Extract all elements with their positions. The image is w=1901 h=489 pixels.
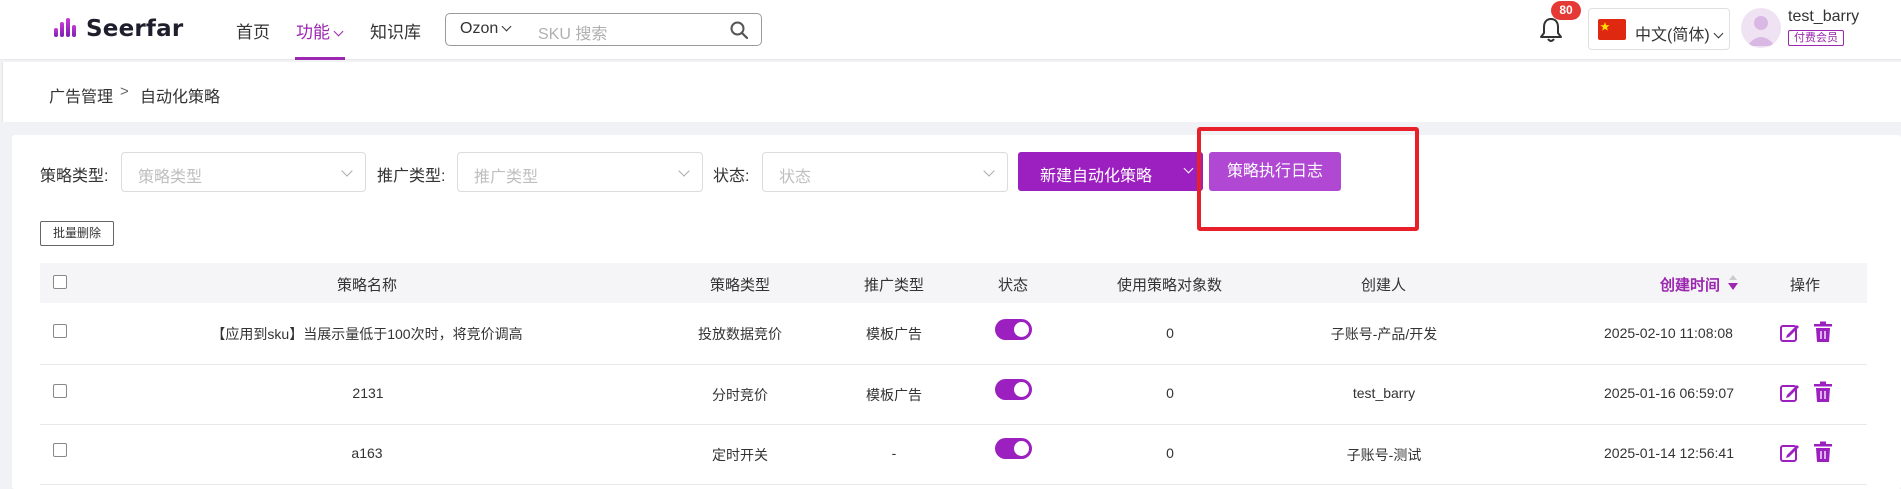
breadcrumb-separator: > [120, 83, 129, 100]
col-status: 状态 [998, 277, 1029, 294]
trash-icon[interactable] [1813, 441, 1833, 463]
select-all-checkbox[interactable] [53, 275, 67, 289]
chevron-down-icon [1183, 163, 1194, 174]
row-name: a163 [351, 445, 383, 461]
sku-search[interactable]: Ozon SKU 搜索 [445, 13, 762, 46]
nav-features-label: 功能 [296, 23, 330, 42]
col-creator: 创建人 [1361, 277, 1407, 294]
col-type: 策略类型 [710, 277, 771, 294]
top-header: Seerfar 首页 功能 知识库 Ozon SKU 搜索 80 中文(简体) … [0, 0, 1901, 60]
row-divider [40, 484, 1867, 485]
row-created: 2025-01-16 06:59:07 [1604, 385, 1734, 401]
annotation-highlight [1197, 127, 1419, 231]
nav-features[interactable]: 功能 [296, 18, 344, 43]
new-strategy-button[interactable]: 新建自动化策略 [1018, 152, 1203, 191]
row-count: 0 [1166, 325, 1174, 341]
chevron-down-icon [333, 26, 344, 37]
row-divider [40, 424, 1867, 425]
nav-knowledge[interactable]: 知识库 [370, 18, 421, 43]
row-checkbox[interactable] [53, 443, 67, 457]
row-created: 2025-01-14 12:56:41 [1604, 445, 1734, 461]
row-checkbox[interactable] [53, 324, 67, 338]
breadcrumb-ad-management[interactable]: 广告管理 [49, 83, 113, 107]
logo-text: Seerfar [86, 16, 184, 42]
chevron-down-icon [501, 21, 512, 32]
status-select[interactable]: 状态 [762, 152, 1008, 192]
batch-delete-button[interactable]: 批量删除 [40, 221, 114, 246]
strategy-type-select[interactable]: 策略类型 [121, 152, 366, 192]
status-toggle[interactable] [995, 438, 1032, 459]
row-promo: 模板广告 [866, 387, 922, 403]
promo-type-placeholder: 推广类型 [474, 169, 539, 186]
china-flag-icon [1598, 19, 1626, 40]
promo-type-label: 推广类型: [377, 168, 446, 185]
row-name: 2131 [352, 385, 384, 401]
member-badge: 付费会员 [1788, 30, 1844, 46]
row-promo: - [891, 445, 897, 461]
row-creator: test_barry [1352, 385, 1416, 401]
nav-home[interactable]: 首页 [236, 18, 270, 43]
language-label: 中文(简体) [1635, 21, 1724, 45]
row-count: 0 [1166, 445, 1174, 461]
sort-asc-icon[interactable] [1729, 275, 1737, 280]
chevron-down-icon [1713, 28, 1724, 39]
status-placeholder: 状态 [779, 169, 812, 186]
new-strategy-label: 新建自动化策略 [1040, 168, 1153, 185]
nav-active-indicator [295, 57, 345, 60]
row-type: 投放数据竞价 [698, 326, 782, 342]
logo-icon [52, 17, 80, 41]
breadcrumb-current: 自动化策略 [140, 89, 221, 106]
edit-icon[interactable] [1779, 441, 1801, 463]
promo-type-select[interactable]: 推广类型 [457, 152, 703, 192]
row-creator: 子账号-产品/开发 [1330, 326, 1438, 342]
row-promo: 模板广告 [866, 326, 922, 342]
platform-label: Ozon [460, 20, 499, 37]
search-input[interactable]: SKU 搜索 [538, 20, 607, 44]
chevron-down-icon [983, 165, 995, 177]
row-name: 【应用到sku】当展示量低于100次时，将竞价调高 [211, 326, 523, 342]
col-created-sort[interactable]: 创建时间 [1660, 274, 1720, 295]
platform-select[interactable]: Ozon [460, 20, 512, 38]
language-select[interactable]: 中文(简体) [1588, 8, 1730, 50]
notification-badge: 80 [1551, 1, 1581, 20]
logo[interactable]: Seerfar [52, 14, 183, 44]
status-toggle[interactable] [995, 319, 1032, 340]
edit-icon[interactable] [1779, 321, 1801, 343]
edit-icon[interactable] [1779, 381, 1801, 403]
trash-icon[interactable] [1813, 321, 1833, 343]
avatar[interactable] [1741, 8, 1781, 48]
col-actions: 操作 [1790, 277, 1821, 294]
row-created: 2025-02-10 11:08:08 [1604, 325, 1733, 341]
status-label: 状态: [713, 168, 750, 185]
search-icon[interactable] [729, 20, 749, 40]
status-toggle[interactable] [995, 379, 1032, 400]
table-header [40, 263, 1867, 303]
row-type: 分时竞价 [712, 387, 768, 403]
chevron-down-icon [678, 165, 690, 177]
col-promo: 推广类型 [864, 277, 925, 294]
sort-desc-icon[interactable] [1728, 283, 1738, 290]
row-creator: 子账号-测试 [1346, 447, 1422, 463]
breadcrumb [2, 62, 1901, 122]
row-type: 定时开关 [712, 447, 768, 463]
chevron-down-icon [341, 165, 353, 177]
trash-icon[interactable] [1813, 381, 1833, 403]
username[interactable]: test_barry [1788, 8, 1859, 26]
col-count: 使用策略对象数 [1117, 277, 1223, 294]
strategy-type-placeholder: 策略类型 [138, 169, 203, 186]
strategy-type-label: 策略类型: [40, 168, 109, 185]
col-name: 策略名称 [337, 277, 398, 294]
row-checkbox[interactable] [53, 384, 67, 398]
bell-icon[interactable] [1538, 16, 1564, 44]
row-divider [40, 364, 1867, 365]
row-count: 0 [1166, 385, 1174, 401]
